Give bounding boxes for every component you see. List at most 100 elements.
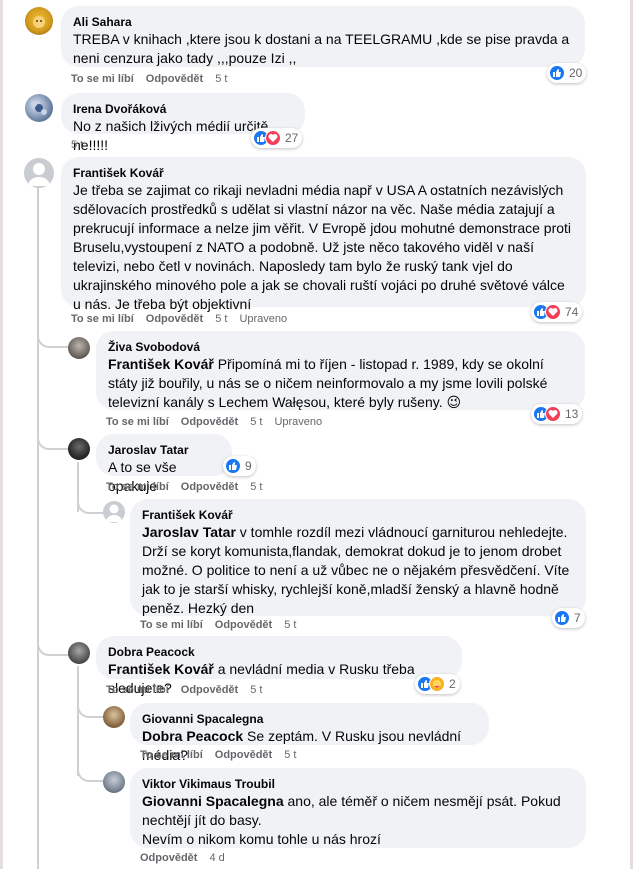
mention-link[interactable]: Dobra Peacock (142, 728, 243, 744)
comment-text-wrap: Jaroslav Tatar v tomhle rozdíl mezi vlád… (142, 523, 574, 618)
comment-author[interactable]: Viktor Vikimaus Troubil (142, 776, 574, 792)
comment-actions: To se mi líbí Odpovědět 5 t (106, 481, 274, 493)
timestamp[interactable]: 5 t (250, 684, 262, 696)
reaction-count[interactable]: 27 (251, 128, 303, 148)
reaction-count[interactable]: 9 (223, 456, 256, 476)
like-icon (554, 610, 570, 626)
comment-bubble: Viktor Vikimaus Troubil Giovanni Spacale… (130, 768, 586, 848)
comment-author[interactable]: Ali Sahara (73, 14, 573, 30)
comment-author[interactable]: Irena Dvořáková (73, 101, 293, 117)
like-link[interactable]: To se mi líbí (106, 481, 169, 493)
edited-label: Upraveno (274, 416, 323, 428)
comment-bubble: František Kovář Je třeba se zajimat co r… (61, 157, 586, 312)
comment-text: Je třeba se zajimat co rikaji nevladni m… (73, 182, 572, 312)
thread-connector (77, 698, 105, 718)
mention-link[interactable]: František Kovář (108, 661, 214, 677)
timestamp[interactable]: 5 t (250, 481, 262, 493)
avatar[interactable] (25, 7, 53, 35)
comment-actions: To se mi líbí Odpovědět 5 t Upraveno (106, 416, 334, 428)
comment-text-wrap: František Kovář Připomíná mi to říjen - … (108, 355, 573, 412)
avatar[interactable] (68, 438, 90, 460)
love-icon (545, 406, 561, 422)
like-link[interactable]: To se mi líbí (106, 416, 169, 428)
comment-author[interactable]: František Kovář (73, 165, 574, 181)
thread-connector (37, 430, 69, 450)
comment-text: TREBA v knihach ,ktere jsou k dostani a … (73, 31, 570, 66)
thread-connector (37, 330, 69, 348)
love-icon (545, 304, 561, 320)
love-icon (265, 130, 281, 146)
like-icon (225, 458, 241, 474)
default-avatar-icon (28, 163, 50, 186)
avatar[interactable] (103, 706, 125, 728)
mention-link[interactable]: Jaroslav Tatar (142, 524, 236, 540)
comment-bubble: Dobra Peacock František Kovář a nevládní… (96, 636, 462, 696)
comment-bubble: Ali Sahara TREBA v knihach ,ktere jsou k… (61, 6, 585, 67)
avatar[interactable] (25, 94, 53, 122)
like-icon (549, 65, 565, 81)
like-link[interactable]: To se mi líbí (71, 73, 134, 85)
reaction-number: 2 (449, 677, 456, 691)
avatar[interactable] (103, 771, 125, 793)
timestamp[interactable]: 5 t (250, 416, 262, 428)
comment-bubble: František Kovář Jaroslav Tatar v tomhle … (130, 499, 586, 616)
timestamp[interactable]: 5 t (284, 749, 296, 761)
reaction-number: 20 (569, 66, 583, 80)
comment-bubble: Giovanni Spacalegna Dobra Peacock Se zep… (130, 703, 489, 763)
avatar[interactable] (24, 158, 54, 188)
like-link[interactable]: To se mi líbí (140, 619, 203, 631)
like-link[interactable]: To se mi líbí (140, 749, 203, 761)
comment-author[interactable]: František Kovář (142, 507, 574, 523)
like-link[interactable]: To se mi líbí (106, 684, 169, 696)
reply-link[interactable]: Odpovědět (181, 684, 238, 696)
comment-author[interactable]: Giovanni Spacalegna (142, 711, 477, 727)
thread-line (37, 188, 39, 869)
avatar[interactable] (68, 337, 90, 359)
comment-text-wrap: Giovanni Spacalegna ano, ale téměř o nič… (142, 792, 574, 830)
comment-text-line2: Nevím o nikom komu tohle u nás hrozí (142, 831, 381, 847)
reaction-count[interactable]: 7 (552, 608, 585, 628)
comment-actions: Odpovědět 4 d (140, 852, 237, 864)
comment-author[interactable]: Dobra Peacock (108, 644, 450, 660)
avatar[interactable] (68, 642, 90, 664)
mention-link[interactable]: František Kovář (108, 356, 214, 372)
care-icon (429, 676, 445, 692)
comment-author[interactable]: Živa Svobodová (108, 339, 573, 355)
flower-image (31, 101, 47, 115)
timestamp[interactable]: 5 t (215, 73, 227, 85)
thread-connector (37, 630, 69, 656)
edited-label: Upraveno (239, 313, 288, 325)
timestamp[interactable]: 4 d (209, 852, 224, 864)
comment-actions: To se mi líbí Odpovědět 5 t (106, 684, 274, 696)
timestamp[interactable]: 5 t (215, 313, 227, 325)
reply-link[interactable]: Odpovědět (146, 313, 203, 325)
comment-actions: To se mi líbí Odpovědět 5 t Upraveno (71, 313, 299, 325)
reaction-count[interactable]: 74 (531, 302, 583, 322)
thread-connector (77, 760, 105, 782)
reaction-number: 7 (574, 611, 581, 625)
comment-actions: To se mi líbí Odpovědět 5 t (140, 619, 308, 631)
like-link[interactable]: To se mi líbí (71, 313, 134, 325)
reaction-number: 74 (565, 305, 579, 319)
comment-bubble: Živa Svobodová František Kovář Připomíná… (96, 331, 585, 410)
reaction-count[interactable]: 2 (415, 674, 460, 694)
reply-link[interactable]: Odpovědět (146, 73, 203, 85)
comment-actions: To se mi líbí Odpovědět 5 t (140, 749, 308, 761)
reply-link[interactable]: Odpovědět (181, 481, 238, 493)
reaction-count[interactable]: 13 (531, 404, 583, 424)
reply-link[interactable]: Odpovědět (215, 749, 272, 761)
avatar[interactable] (103, 501, 125, 523)
reaction-number: 9 (245, 459, 252, 473)
comment-author[interactable]: Jaroslav Tatar (108, 442, 220, 458)
reaction-count[interactable]: 20 (547, 63, 587, 83)
reply-link[interactable]: Odpovědět (215, 619, 272, 631)
timestamp[interactable]: 5 t (284, 619, 296, 631)
timestamp[interactable]: 5 t (71, 139, 83, 151)
reply-link[interactable]: Odpovědět (140, 852, 197, 864)
comment-actions: 5 t (71, 139, 95, 151)
page-frame-left (0, 0, 3, 869)
reply-link[interactable]: Odpovědět (181, 416, 238, 428)
mention-link[interactable]: Giovanni Spacalegna (142, 793, 284, 809)
comment-actions: To se mi líbí Odpovědět 5 t (71, 73, 239, 85)
thread-connector (77, 490, 105, 514)
